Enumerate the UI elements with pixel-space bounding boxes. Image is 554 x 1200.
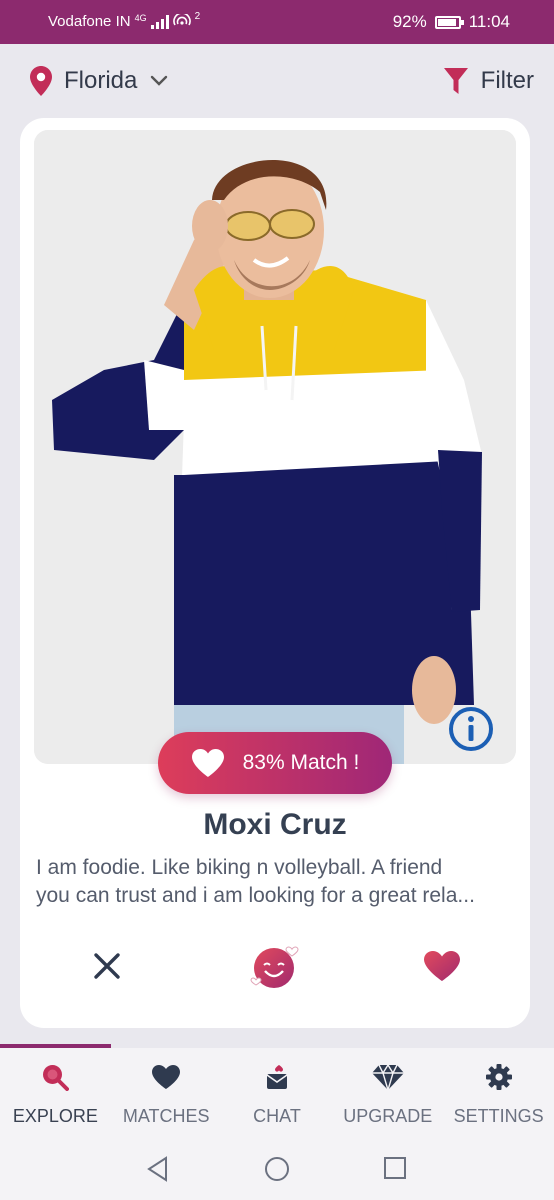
heart-icon — [191, 749, 224, 777]
search-icon — [43, 1065, 70, 1091]
recents-icon[interactable] — [383, 1156, 407, 1180]
filter-label: Filter — [480, 67, 534, 94]
person-illustration — [34, 130, 516, 764]
tab-explore-label: EXPLORE — [12, 1106, 98, 1126]
tab-upgrade[interactable]: UPGRADE — [332, 1048, 443, 1136]
smile-face-icon — [250, 946, 299, 988]
battery-percent: 92% — [392, 12, 427, 31]
filter-button[interactable]: Filter — [443, 66, 534, 96]
filter-icon — [443, 68, 468, 94]
heart-icon — [424, 951, 460, 981]
tab-chat-label: CHAT — [253, 1106, 301, 1126]
match-badge: 83% Match ! — [158, 732, 392, 794]
location-pin-icon — [30, 66, 52, 96]
info-button[interactable] — [448, 706, 494, 752]
bio-line-1: I am foodie. Like biking n volleyball. A… — [36, 856, 443, 879]
dislike-button[interactable] — [77, 936, 137, 996]
carrier-name: Vodafone IN — [48, 13, 131, 30]
tab-settings[interactable]: SETTINGS — [443, 1048, 554, 1136]
location-label: Florida — [64, 67, 138, 94]
info-icon — [449, 707, 493, 751]
home-icon[interactable] — [264, 1156, 290, 1182]
tab-matches[interactable]: MATCHES — [111, 1048, 222, 1136]
tab-matches-label: MATCHES — [122, 1106, 210, 1126]
tab-explore[interactable]: EXPLORE — [0, 1048, 111, 1136]
diamond-icon — [371, 1063, 404, 1091]
bio-line-2: you can trust and i am looking for a gre… — [36, 884, 475, 907]
heart-icon — [152, 1065, 181, 1089]
tab-settings-label: SETTINGS — [453, 1106, 544, 1126]
close-icon — [94, 953, 120, 979]
status-bar: Vodafone IN 4G 2 92% 11:04 — [0, 0, 554, 44]
carrier-group: Vodafone IN 4G 2 — [48, 11, 201, 30]
chat-icon — [266, 1065, 288, 1089]
network-type: 4G — [134, 12, 147, 23]
location-selector[interactable]: Florida — [30, 66, 169, 96]
clock: 11:04 — [468, 12, 510, 31]
profile-card[interactable]: 83% Match ! Moxi Cruz I am foodie. Like … — [20, 118, 530, 1028]
back-icon[interactable] — [146, 1156, 170, 1182]
top-bar: Florida Filter — [0, 44, 554, 118]
like-button[interactable] — [412, 936, 472, 996]
chevron-down-icon — [151, 75, 168, 86]
battery-icon — [434, 15, 464, 29]
system-nav-bar — [0, 1136, 554, 1200]
tab-chat[interactable]: CHAT — [222, 1048, 333, 1136]
profile-name: Moxi Cruz — [203, 808, 347, 841]
profile-bio: I am foodie. Like biking n volleyball. A… — [36, 854, 518, 910]
tab-upgrade-label: UPGRADE — [343, 1106, 433, 1126]
profile-photo[interactable] — [34, 130, 516, 764]
signal-icon — [150, 14, 169, 29]
hotspot-count: 2 — [194, 11, 201, 22]
match-label: 83% Match ! — [242, 751, 360, 774]
bottom-nav: EXPLORE MATCHES CHAT UPGRADE SETTINGS — [0, 1048, 554, 1136]
hotspot-icon — [172, 13, 191, 25]
gear-icon — [485, 1064, 512, 1090]
super-like-button[interactable] — [245, 936, 305, 996]
